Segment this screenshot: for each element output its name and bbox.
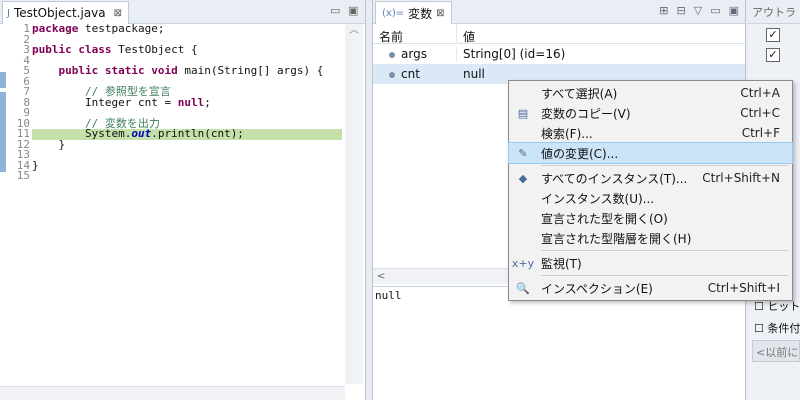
menu-item[interactable]: 宣言された型を開く(O) <box>509 208 792 228</box>
code-line[interactable]: public class TestObject { <box>32 44 342 56</box>
menu-item-label: インスペクション(E) <box>541 281 653 296</box>
menu-item-icon: ◆ <box>518 171 528 185</box>
variables-tab-label: 変数 <box>408 6 433 21</box>
menu-item-label: すべて選択(A) <box>541 86 618 101</box>
code-line[interactable]: public static void main(String[] args) { <box>32 65 342 77</box>
outline-tab-label[interactable]: アウトラ <box>752 4 796 20</box>
variables-icon: (x)= <box>382 7 405 19</box>
table-row[interactable]: args String[0] (id=16) <box>373 44 745 64</box>
menu-item-shortcut: Ctrl+F <box>741 126 780 140</box>
outline-tabbar: アウトラ <box>748 0 800 24</box>
scroll-up-icon[interactable]: ︿ <box>345 24 363 38</box>
java-file-icon: J <box>7 7 10 19</box>
menu-item-label: インスタンス数(U)... <box>541 191 655 206</box>
field-icon <box>389 72 395 78</box>
menu-item[interactable]: x+y 監視(T) <box>509 253 792 273</box>
menu-item[interactable]: インスタンス数(U)... <box>509 188 792 208</box>
menu-item-icon: 🔍 <box>516 281 530 295</box>
variable-name: cnt <box>401 67 420 81</box>
conditional-option[interactable]: ☐ 条件付 <box>754 320 800 336</box>
hit-count-label: ヒット <box>767 300 800 313</box>
menu-item[interactable]: ✎ 値の変更(C)... <box>508 142 793 164</box>
menu-separator <box>541 165 788 166</box>
menu-item-label: 変数のコピー(V) <box>541 106 631 121</box>
change-marker <box>0 72 6 88</box>
menu-item-icon: ✎ <box>518 146 528 160</box>
view-menu-icon[interactable]: ▽ <box>694 4 702 17</box>
code-line[interactable] <box>32 171 342 182</box>
menu-item-label: 検索(F)... <box>541 126 593 141</box>
menu-item-label: すべてのインスタンス(T)... <box>541 171 688 186</box>
minimize-icon[interactable]: ▭ <box>330 4 340 17</box>
variables-tab[interactable]: (x)= 変数 ⊠ <box>375 1 452 24</box>
maximize-icon[interactable]: ▣ <box>729 4 739 17</box>
menu-item[interactable]: ▤ 変数のコピー(V) Ctrl+C <box>509 103 792 123</box>
variables-table-header: 名前 値 <box>373 24 745 44</box>
menu-item-icon: x+y <box>511 256 535 270</box>
editor-tab[interactable]: J TestObject.java ⊠ <box>2 1 130 24</box>
menu-item[interactable]: すべて選択(A) Ctrl+A <box>509 83 792 103</box>
editor-vertical-scrollbar[interactable]: ︿ <box>345 24 363 384</box>
menu-separator <box>541 250 788 251</box>
collapse-all-icon[interactable]: ⊟ <box>677 4 686 17</box>
breakpoint-checkbox[interactable]: ✓ <box>766 28 780 42</box>
maximize-icon[interactable]: ▣ <box>348 4 358 17</box>
scroll-left-icon[interactable]: < <box>377 271 385 282</box>
code-line[interactable]: } <box>32 139 342 151</box>
variable-value: String[0] (id=16) <box>463 47 566 61</box>
menu-item-label: 監視(T) <box>541 256 582 271</box>
value-column-header[interactable]: 値 <box>457 24 481 44</box>
menu-item-shortcut: Ctrl+A <box>740 86 780 100</box>
code-line[interactable]: System.out.println(cnt); <box>32 128 342 140</box>
code-line[interactable]: } <box>32 160 342 172</box>
menu-item-label: 宣言された型を開く(O) <box>541 211 668 226</box>
code-line[interactable] <box>32 150 342 161</box>
menu-item[interactable]: ◆ すべてのインスタンス(T)... Ctrl+Shift+N <box>509 168 792 188</box>
field-icon <box>389 52 395 58</box>
breakpoint-checkbox[interactable]: ✓ <box>766 48 780 62</box>
code-area[interactable]: package testpackage; public class TestOb… <box>32 23 342 182</box>
menu-item-shortcut: Ctrl+C <box>740 106 780 120</box>
line-number: 15 <box>16 169 30 182</box>
menu-item[interactable]: 検索(F)... Ctrl+F <box>509 123 792 143</box>
variable-name: args <box>401 47 427 61</box>
menu-item-icon: ▤ <box>517 106 529 120</box>
minimize-icon[interactable]: ▭ <box>710 4 720 17</box>
line-numbers: 1 2 3 4 5 6 7 8 9 10 11 12 13 14 15 <box>8 23 30 182</box>
variable-detail-pane[interactable]: null <box>373 286 745 400</box>
editor-horizontal-scrollbar[interactable] <box>0 386 345 400</box>
name-column-header[interactable]: 名前 <box>373 24 457 44</box>
variables-toolbar: ⊞ ⊟ ▽ ▭ ▣ <box>659 4 739 17</box>
editor-tabbar: J TestObject.java ⊠ ▭ ▣ <box>0 0 365 24</box>
code-line[interactable]: Integer cnt = null; <box>32 97 342 109</box>
menu-item-label: 宣言された型階層を開く(H) <box>541 231 692 246</box>
menu-item-shortcut: Ctrl+Shift+N <box>702 171 780 185</box>
menu-item-label: 値の変更(C)... <box>541 146 619 161</box>
menu-item[interactable]: 🔍 インスペクション(E) Ctrl+Shift+I <box>509 278 792 298</box>
code-editor-pane: J TestObject.java ⊠ ▭ ▣ 1 2 3 4 5 6 7 8 9 10 11 12 1… <box>0 0 366 400</box>
layout-icon[interactable]: ⊞ <box>659 4 668 17</box>
close-icon[interactable]: ⊠ <box>114 8 122 19</box>
change-marker <box>0 92 6 172</box>
variables-tabbar: (x)= 変数 ⊠ ⊞ ⊟ ▽ ▭ ▣ <box>373 0 745 24</box>
variable-value: null <box>463 67 485 81</box>
editor-tab-label: TestObject.java <box>13 6 106 20</box>
suspend-when-button[interactable]: <以前に <box>752 340 800 362</box>
conditional-label: 条件付 <box>767 322 800 335</box>
menu-item-shortcut: Ctrl+Shift+I <box>707 281 780 295</box>
code-line[interactable]: package testpackage; <box>32 23 342 35</box>
menu-separator <box>541 275 788 276</box>
menu-item[interactable]: 宣言された型階層を開く(H) <box>509 228 792 248</box>
context-menu: すべて選択(A) Ctrl+A ▤ 変数のコピー(V) Ctrl+C 検索(F)... Ct… <box>508 80 793 301</box>
close-icon[interactable]: ⊠ <box>436 8 444 19</box>
